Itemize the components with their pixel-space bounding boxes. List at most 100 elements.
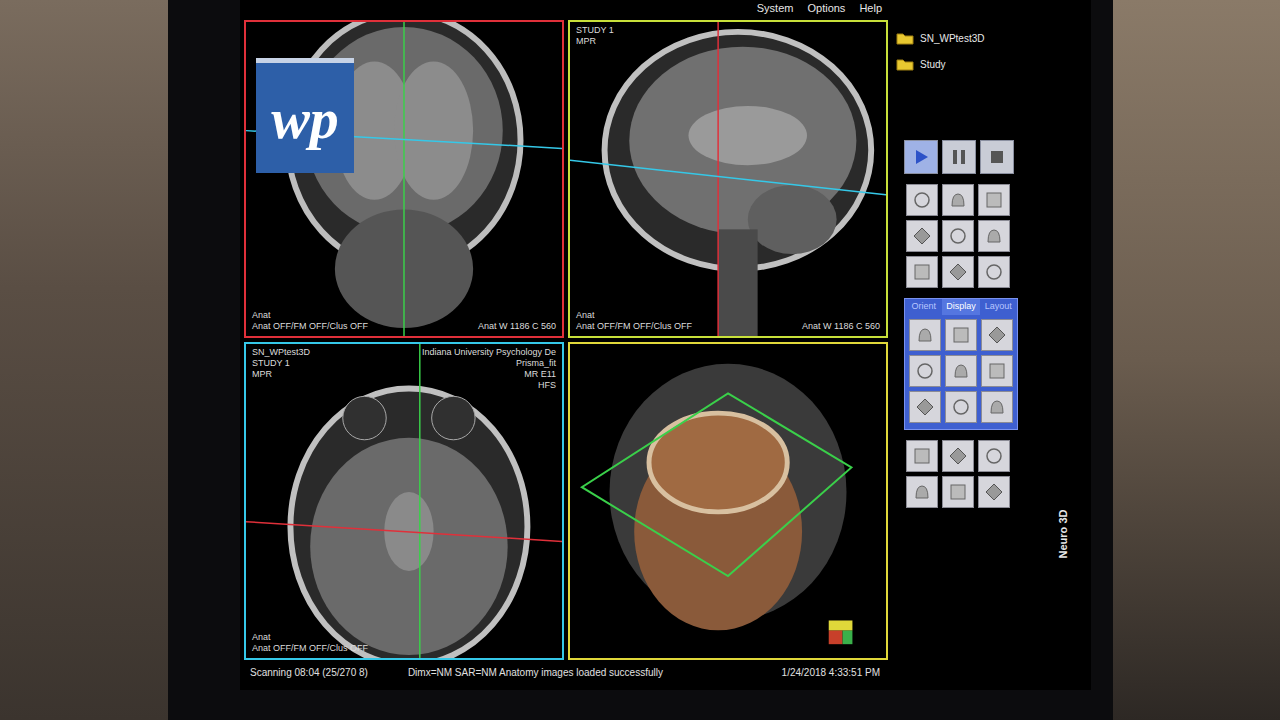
tool-icon	[983, 445, 1005, 467]
display-tab[interactable]: Layout	[980, 299, 1017, 315]
overlay-info: AnatAnat OFF/FM OFF/Clus OFF	[252, 633, 368, 654]
tool-icon	[911, 481, 933, 503]
tool-button[interactable]	[945, 391, 977, 423]
status-bar: Scanning 08:04 (25/270 8) Dimx=NM SAR=NM …	[240, 660, 890, 684]
menu-item[interactable]: System	[757, 2, 794, 20]
tool-button[interactable]	[981, 319, 1013, 351]
overlay-text: Anat	[576, 311, 692, 321]
playback-controls	[904, 140, 1046, 174]
tool-icon	[986, 324, 1008, 346]
tool-icon	[986, 396, 1008, 418]
folder-item[interactable]: Study	[896, 56, 1046, 72]
overlay-text: MPR	[576, 37, 614, 47]
tool-button[interactable]	[909, 391, 941, 423]
tool-button[interactable]	[942, 256, 974, 288]
tool-icon	[947, 261, 969, 283]
overlay-info: AnatAnat OFF/FM OFF/Clus OFF	[576, 311, 692, 332]
tool-button[interactable]	[909, 355, 941, 387]
status-time: 1/24/2018 4:33:51 PM	[782, 667, 880, 678]
tool-icon	[950, 360, 972, 382]
tool-icon	[983, 481, 1005, 503]
tool-button[interactable]	[906, 220, 938, 252]
overlay-text: STUDY 1	[252, 359, 310, 369]
scan-image	[570, 22, 886, 336]
menu-bar: System Options Help	[240, 0, 890, 20]
watermark-logo: wp	[256, 58, 354, 173]
overlay-info: SN_WPtest3DSTUDY 1MPR	[252, 348, 310, 380]
tool-icon	[911, 189, 933, 211]
tool-icon	[914, 324, 936, 346]
folder-icon	[896, 57, 914, 71]
screen: SystemOptionsHelpAnatAnat OFF/FM OFF/Clu…	[240, 0, 1091, 690]
tool-icon	[911, 445, 933, 467]
overlay-info: AnatAnat OFF/FM OFF/Clus OFF	[252, 311, 368, 332]
tool-button[interactable]	[906, 184, 938, 216]
tool-icon	[983, 225, 1005, 247]
tool-button[interactable]	[906, 440, 938, 472]
tool-button[interactable]	[978, 476, 1010, 508]
display-tab[interactable]: Orient	[905, 299, 942, 315]
tool-button[interactable]	[978, 440, 1010, 472]
tool-button[interactable]	[981, 391, 1013, 423]
overlay-text: SN_WPtest3D	[252, 348, 310, 358]
tool-icon	[983, 189, 1005, 211]
menu-item[interactable]: Options	[807, 2, 845, 20]
overlay-info: STUDY 1MPR	[576, 26, 614, 47]
tool-icon	[914, 360, 936, 382]
tool-icon	[983, 261, 1005, 283]
display-tab[interactable]: Display	[942, 299, 979, 315]
tool-button[interactable]	[906, 476, 938, 508]
play-icon	[910, 146, 932, 168]
tool-button[interactable]	[942, 184, 974, 216]
tool-icon	[914, 396, 936, 418]
viewport[interactable]: SN_WPtest3DSTUDY 1MPR Indiana University …	[244, 342, 564, 660]
side-label-strip: Neuro 3D	[1052, 0, 1074, 690]
pause-button[interactable]	[942, 140, 976, 174]
overlay-info: Anat W 1186 C 560	[802, 322, 880, 332]
overlay-text: Indiana University Psychology De	[422, 348, 556, 358]
stop-icon	[986, 146, 1008, 168]
overlay-info: Anat W 1186 C 560	[478, 322, 556, 332]
tool-button[interactable]	[978, 220, 1010, 252]
tool-button[interactable]	[945, 319, 977, 351]
tool-button[interactable]	[945, 355, 977, 387]
folder-item[interactable]: SN_WPtest3D	[896, 30, 1046, 46]
viewport[interactable]: STUDY 1MPRAnatAnat OFF/FM OFF/Clus OFFAn…	[568, 20, 888, 338]
overlay-text: Anat OFF/FM OFF/Clus OFF	[252, 644, 368, 654]
overlay-text: HFS	[538, 381, 556, 391]
folder-label[interactable]: SN_WPtest3D	[920, 33, 984, 44]
tool-button[interactable]	[942, 220, 974, 252]
display-panel: OrientDisplayLayout	[904, 298, 1018, 430]
display-tabs: OrientDisplayLayout	[905, 299, 1017, 315]
play-button[interactable]	[904, 140, 938, 174]
utility-grid	[906, 440, 1046, 508]
viewport[interactable]	[568, 342, 888, 660]
stop-button[interactable]	[980, 140, 1014, 174]
overlay-info: Indiana University Psychology DePrisma_f…	[422, 348, 556, 391]
overlay-text: Anat OFF/FM OFF/Clus OFF	[252, 322, 368, 332]
scan-image	[246, 344, 562, 658]
scan-image	[570, 344, 886, 658]
tool-button[interactable]	[981, 355, 1013, 387]
tool-button[interactable]	[906, 256, 938, 288]
overlay-text: Anat OFF/FM OFF/Clus OFF	[576, 322, 692, 332]
overlay-text: Anat	[252, 311, 368, 321]
tool-button[interactable]	[909, 319, 941, 351]
tool-icon	[950, 396, 972, 418]
folder-icon	[896, 31, 914, 45]
tool-icon	[947, 189, 969, 211]
tool-icon	[947, 481, 969, 503]
tool-icon	[947, 225, 969, 247]
tool-button[interactable]	[942, 440, 974, 472]
room-background	[1113, 0, 1280, 720]
folder-label[interactable]: Study	[920, 59, 946, 70]
scan-progress: Scanning 08:04 (25/270 8)	[250, 667, 368, 678]
tool-button[interactable]	[978, 184, 1010, 216]
tool-icon	[950, 324, 972, 346]
overlay-text: Anat W 1186 C 560	[478, 322, 556, 332]
tool-icon	[911, 225, 933, 247]
status-message: Dimx=NM SAR=NM Anatomy images loaded suc…	[408, 667, 663, 678]
tool-button[interactable]	[942, 476, 974, 508]
tool-button[interactable]	[978, 256, 1010, 288]
menu-item[interactable]: Help	[859, 2, 882, 20]
